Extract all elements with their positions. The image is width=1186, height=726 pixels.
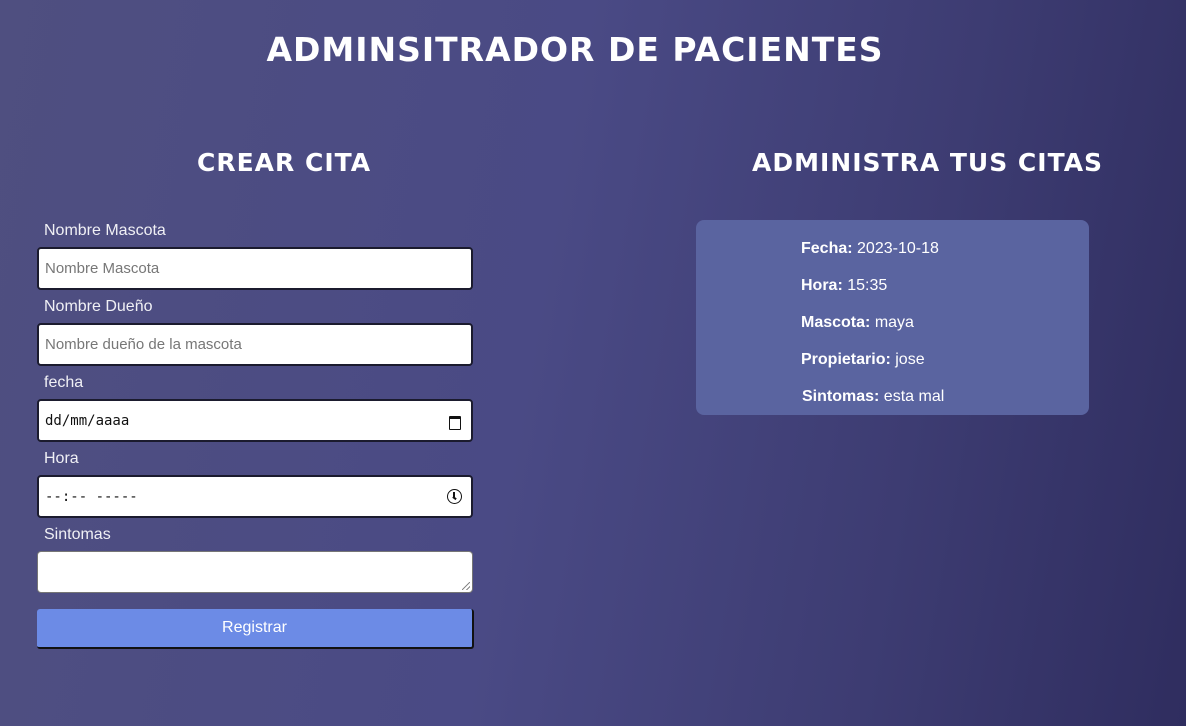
pet-name-input[interactable]: Nombre Mascota — [37, 247, 473, 290]
symptoms-textarea[interactable] — [37, 551, 473, 593]
appointment-pet-label: Mascota: — [801, 314, 871, 331]
appointment-symptoms-value: esta mal — [883, 388, 945, 405]
pet-name-placeholder: Nombre Mascota — [45, 260, 160, 277]
appointment-pet-value: maya — [874, 314, 914, 331]
create-appointment-title: CREAR CITA — [197, 148, 372, 177]
register-button[interactable]: Registrar — [37, 609, 474, 649]
symptoms-label: Sintomas — [44, 526, 111, 543]
date-placeholder: dd/mm/aaaa — [45, 412, 130, 429]
manage-appointments-title: ADMINISTRA TUS CITAS — [752, 148, 1104, 177]
page-title: ADMINSITRADOR DE PACIENTES — [266, 30, 884, 69]
appointment-time-label: Hora: — [801, 277, 843, 294]
date-input[interactable]: dd/mm/aaaa — [37, 399, 473, 442]
appointment-owner-label: Propietario: — [801, 351, 891, 368]
appointment-card: Fecha: 2023-10-18 Hora: 15:35 Mascota: m… — [696, 220, 1089, 415]
appointment-pet-row: Mascota: maya — [801, 313, 914, 333]
appointment-time-value: 15:35 — [847, 277, 888, 294]
date-label: fecha — [44, 374, 84, 391]
pet-name-label: Nombre Mascota — [44, 222, 166, 239]
owner-name-placeholder: Nombre dueño de la mascota — [45, 336, 242, 353]
appointment-date-row: Fecha: 2023-10-18 — [801, 239, 939, 259]
appointment-time-row: Hora: 15:35 — [801, 276, 887, 296]
appointment-owner-row: Propietario: jose — [801, 350, 925, 370]
create-appointment-form: Nombre Mascota Nombre Mascota Nombre Due… — [37, 220, 474, 649]
time-input[interactable]: --:-- ----- — [37, 475, 473, 518]
owner-name-input[interactable]: Nombre dueño de la mascota — [37, 323, 473, 366]
appointment-date-value: 2023-10-18 — [857, 240, 939, 257]
resize-handle-icon[interactable] — [462, 582, 470, 590]
appointment-date-label: Fecha: — [801, 240, 853, 257]
clock-icon[interactable] — [447, 489, 462, 504]
time-label: Hora — [44, 450, 79, 467]
appointment-symptoms-label: Sintomas: — [802, 388, 880, 405]
time-placeholder: --:-- ----- — [45, 488, 138, 505]
appointment-owner-value: jose — [895, 351, 925, 368]
calendar-icon[interactable] — [448, 414, 462, 430]
owner-name-label: Nombre Dueño — [44, 298, 153, 315]
appointment-symptoms-row: Sintomas: esta mal — [802, 387, 944, 407]
